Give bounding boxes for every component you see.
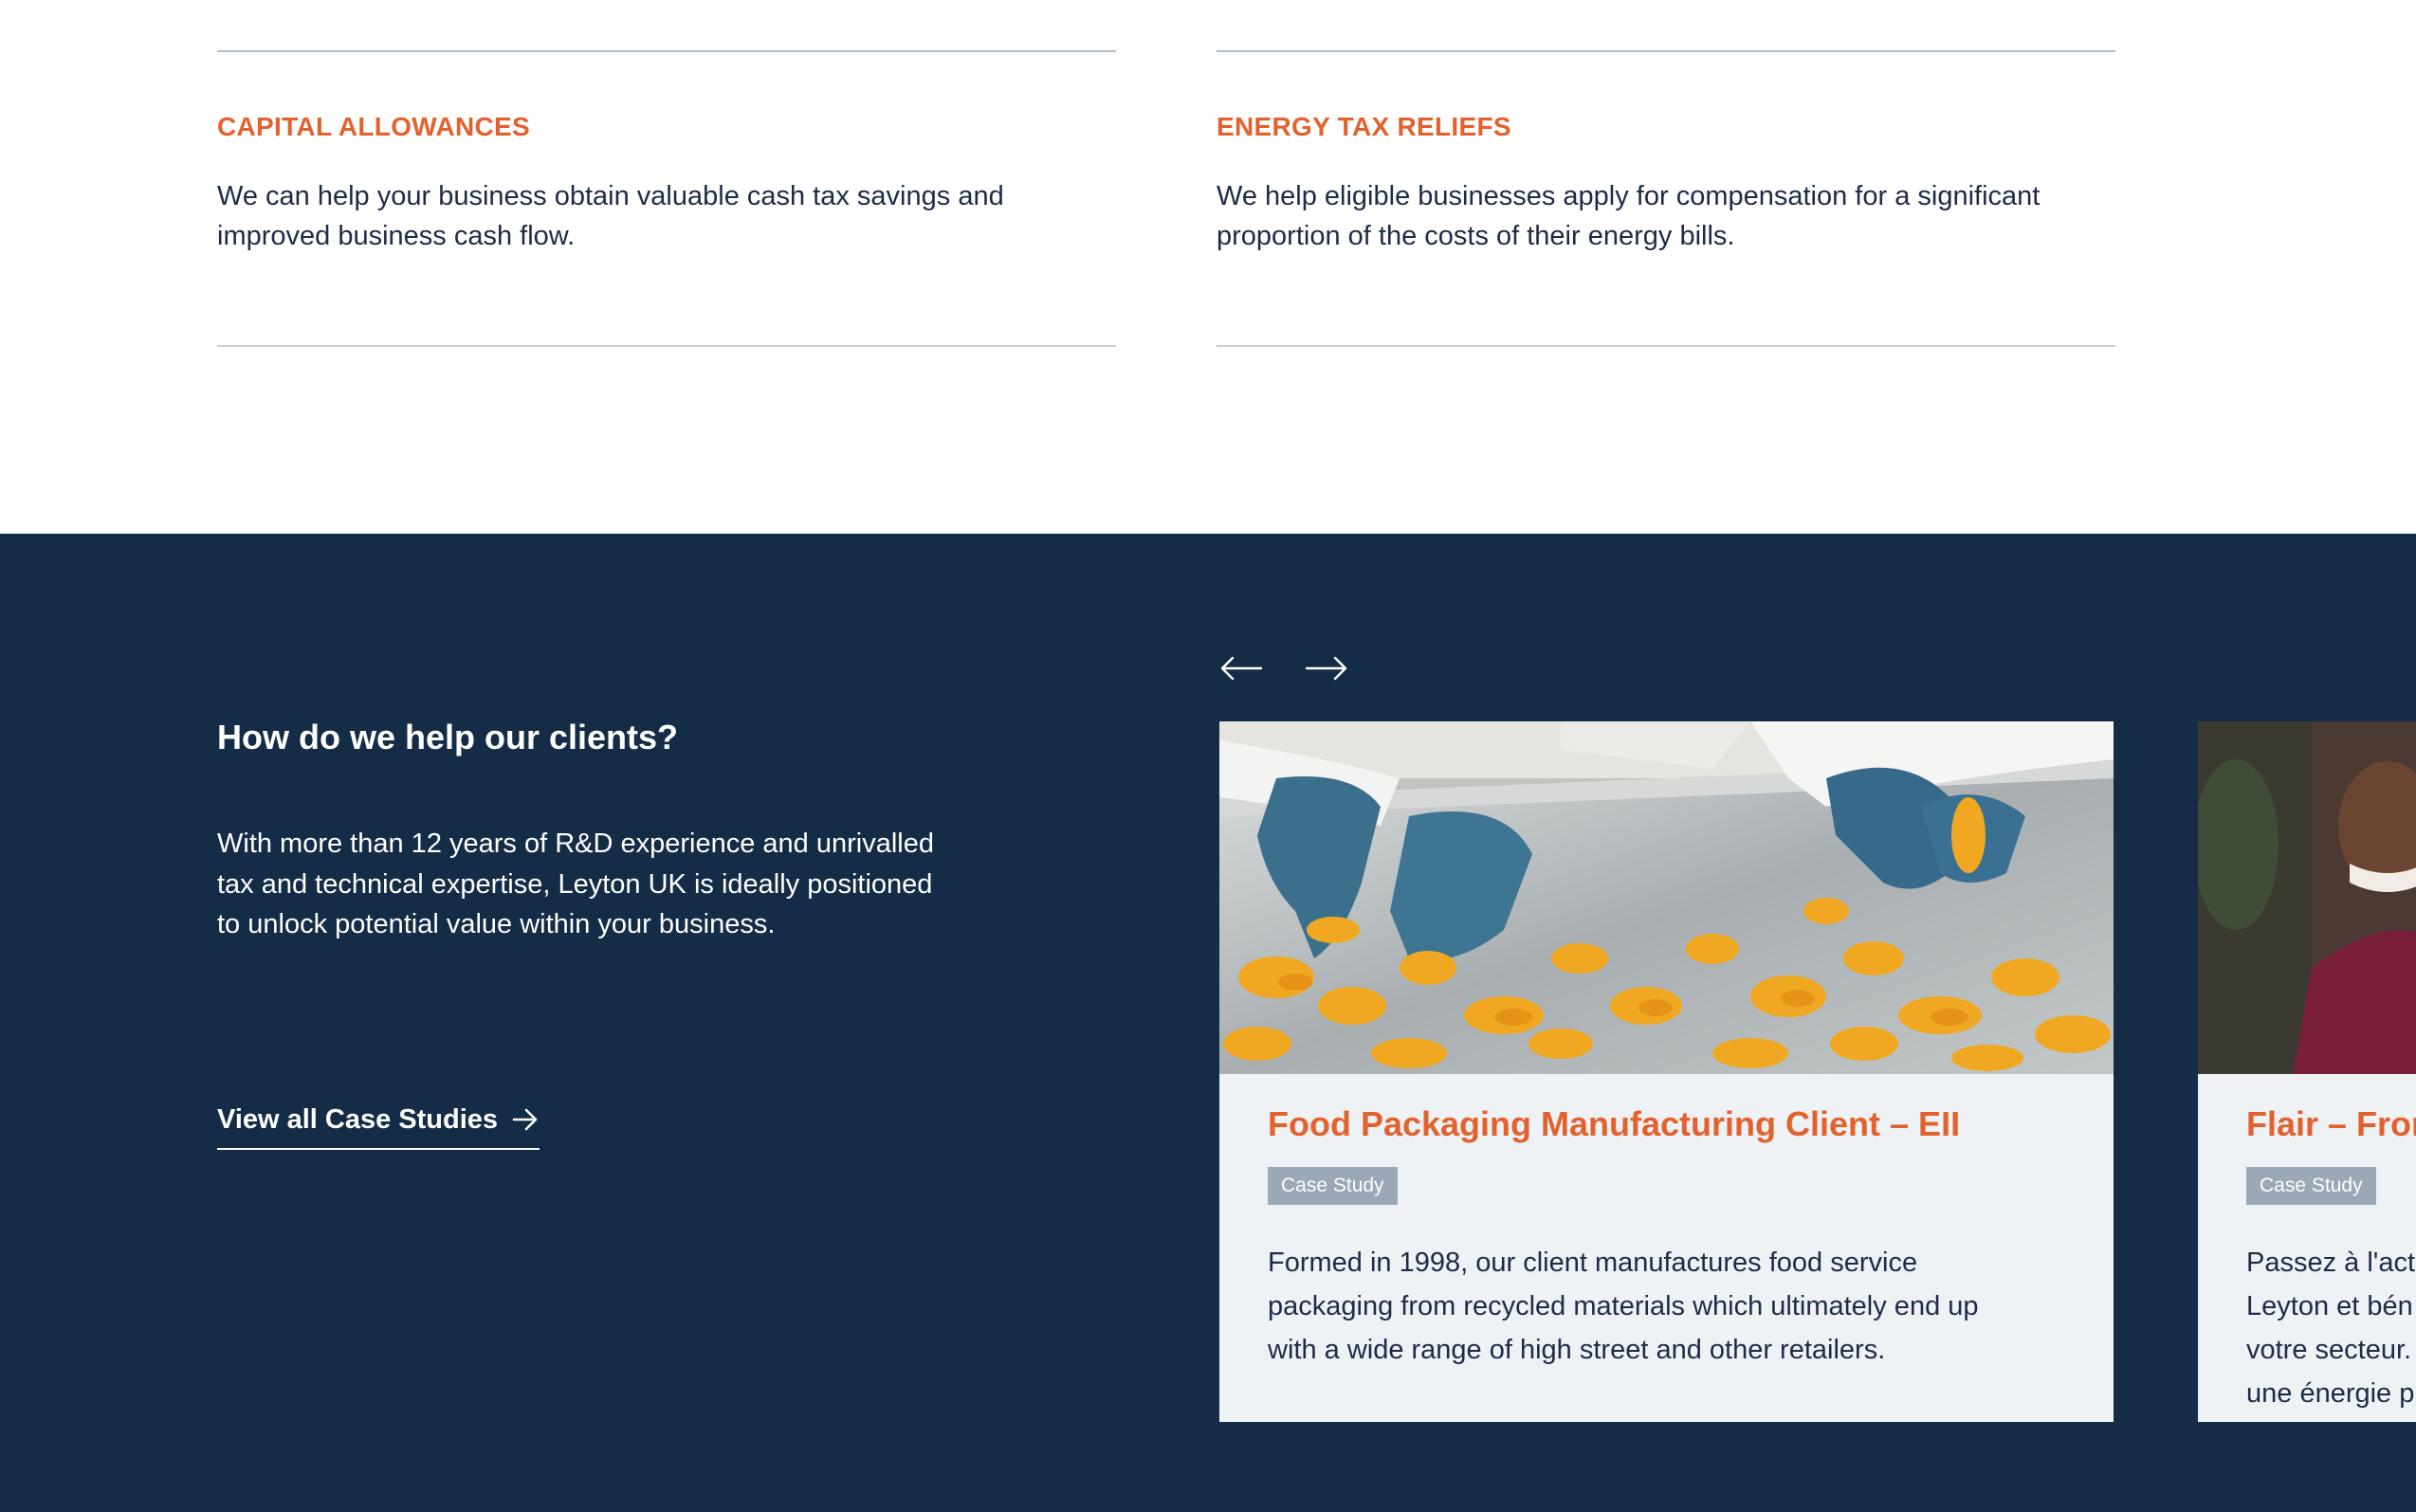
view-all-case-studies-link[interactable]: View all Case Studies xyxy=(217,1095,540,1150)
view-all-label: View all Case Studies xyxy=(217,1103,499,1135)
service-card-energy-tax-reliefs[interactable]: ENERGY TAX RELIEFS We help eligible busi… xyxy=(1217,0,2115,349)
carousel-prev-button[interactable] xyxy=(1217,651,1265,685)
section-description: With more than 12 years of R&D experienc… xyxy=(217,829,934,939)
case-study-description-line: une énergie p xyxy=(2246,1378,2415,1409)
service-description: We can help your business obtain valuabl… xyxy=(217,181,1004,251)
case-study-description: Passez à l'acti Leyton et bén votre sect… xyxy=(2246,1241,2416,1415)
divider xyxy=(217,345,1116,347)
case-study-card[interactable]: Food Packaging Manufacturing Client – EI… xyxy=(1219,721,2114,1422)
case-study-title[interactable]: Flair – Fron xyxy=(2246,1104,2416,1144)
divider xyxy=(217,50,1116,52)
case-study-description-line: votre secteur. xyxy=(2246,1335,2412,1365)
service-title[interactable]: CAPITAL ALLOWANCES xyxy=(217,112,530,142)
divider xyxy=(1217,345,2115,347)
case-study-description: Formed in 1998, our client manufactures … xyxy=(1268,1248,1979,1365)
case-study-card[interactable]: Flair – Fron Case Study Passez à l'acti … xyxy=(2198,721,2416,1422)
case-study-image xyxy=(1219,721,2114,1074)
arrow-right-icon xyxy=(1305,656,1347,681)
services-section: CAPITAL ALLOWANCES We can help your busi… xyxy=(0,0,2416,534)
service-title[interactable]: ENERGY TAX RELIEFS xyxy=(1217,112,1511,142)
case-studies-section: How do we help our clients? With more th… xyxy=(0,534,2416,1512)
case-study-description-line: Passez à l'acti xyxy=(2246,1248,2416,1278)
case-study-title[interactable]: Food Packaging Manufacturing Client – EI… xyxy=(1268,1104,1960,1144)
carousel-next-button[interactable] xyxy=(1303,651,1350,685)
case-study-badge: Case Study xyxy=(2246,1167,2376,1205)
section-heading: How do we help our clients? xyxy=(217,718,679,756)
divider xyxy=(1217,50,2115,52)
case-study-description-line: Leyton et bén xyxy=(2246,1291,2413,1321)
service-card-capital-allowances[interactable]: CAPITAL ALLOWANCES We can help your busi… xyxy=(217,0,1116,349)
arrow-right-icon xyxy=(511,1105,540,1134)
service-description: We help eligible businesses apply for co… xyxy=(1217,181,2041,251)
case-study-image xyxy=(2198,721,2416,1074)
case-study-badge: Case Study xyxy=(1268,1167,1398,1205)
arrow-left-icon xyxy=(1220,656,1263,681)
